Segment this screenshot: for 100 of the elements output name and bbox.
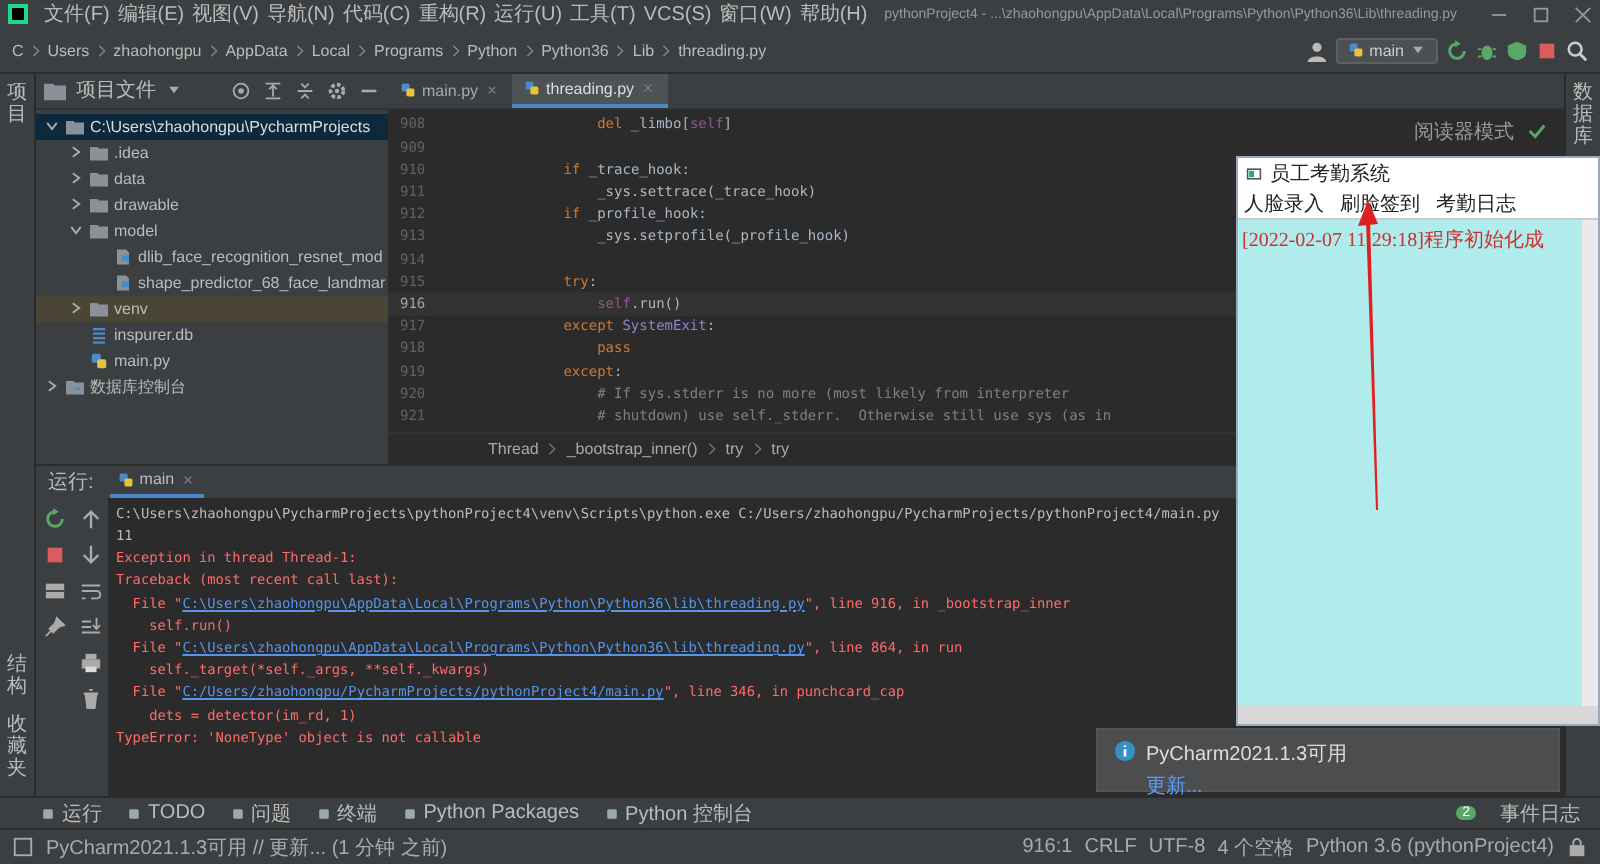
menu-item[interactable]: 代码(C) (342, 0, 411, 29)
close-icon[interactable] (1574, 5, 1592, 24)
status-item[interactable]: CRLF (1084, 836, 1137, 859)
expand-all-icon[interactable] (262, 79, 284, 102)
chevron-icon[interactable] (68, 222, 84, 239)
breadcrumb-item[interactable]: zhaohongpu (113, 41, 202, 60)
event-log-tab[interactable]: 事件日志 (1500, 799, 1580, 828)
breadcrumb-item[interactable]: _bootstrap_inner() (566, 439, 698, 458)
menu-item[interactable]: 重构(R) (418, 0, 487, 29)
menu-item[interactable]: VCS(S) (643, 3, 712, 26)
tree-item[interactable]: C:\Users\zhaohongpu\PycharmProjects (36, 113, 388, 140)
chevron-icon[interactable] (68, 196, 84, 213)
scrollbar[interactable] (1582, 220, 1598, 706)
breadcrumb-item[interactable]: Python (467, 41, 518, 60)
layout-icon[interactable] (43, 579, 65, 602)
tree-item[interactable]: venv (36, 295, 388, 322)
chevron-icon[interactable] (44, 378, 60, 395)
file-icon (114, 247, 132, 266)
breadcrumb-item[interactable]: Local (311, 41, 350, 60)
tool-window-tab[interactable]: Python Packages (401, 802, 580, 825)
tool-window-tab[interactable]: 运行 (40, 799, 102, 828)
tool-window-tab[interactable]: TODO (126, 802, 206, 825)
maximize-icon[interactable] (1532, 5, 1550, 24)
settings-icon[interactable] (326, 79, 348, 102)
menu-item[interactable]: 考勤日志 (1436, 189, 1516, 217)
tree-item[interactable]: main.py (36, 347, 388, 374)
menu-item[interactable]: 导航(N) (266, 0, 335, 29)
status-item[interactable]: 916:1 (1022, 836, 1073, 859)
close-icon[interactable] (180, 471, 197, 488)
pin-icon[interactable] (43, 615, 65, 638)
status-item[interactable]: Python 3.6 (pythonProject4) (1306, 836, 1554, 859)
menu-item[interactable]: 运行(U) (494, 0, 563, 29)
menu-item[interactable]: 编辑(E) (117, 0, 185, 29)
side-tool-tab[interactable]: 结构 (7, 654, 27, 699)
breadcrumb-item[interactable]: Python36 (541, 41, 609, 60)
tree-item[interactable]: 数据库控制台 (36, 373, 388, 400)
chevron-icon[interactable] (68, 170, 84, 187)
tool-window-tab[interactable]: 终端 (315, 799, 378, 828)
user-icon[interactable] (1305, 39, 1328, 62)
close-icon[interactable] (484, 82, 501, 99)
status-item[interactable]: UTF-8 (1148, 836, 1206, 859)
database-tool-tab[interactable]: 数据库 (1573, 81, 1593, 148)
collapse-all-icon[interactable] (294, 79, 316, 102)
status-message[interactable]: PyCharm2021.1.3可用 // 更新... (1 分钟 之前) (46, 833, 448, 862)
menu-item[interactable]: 文件(F) (44, 0, 110, 29)
project-tool-tab[interactable]: 项目 (7, 81, 27, 126)
target-icon[interactable] (230, 79, 252, 102)
rerun-icon[interactable] (1446, 39, 1468, 62)
breadcrumb-item[interactable]: Users (47, 41, 90, 60)
breadcrumb-item[interactable]: Thread (488, 439, 539, 458)
breadcrumb-item[interactable]: try (771, 439, 790, 458)
menu-item[interactable]: 视图(V) (192, 0, 259, 29)
chevron-icon[interactable] (68, 300, 84, 317)
scrollbar[interactable] (1238, 706, 1598, 724)
breadcrumb-item[interactable]: AppData (225, 41, 288, 60)
lock-icon[interactable] (1566, 836, 1588, 859)
caret-icon[interactable] (166, 82, 182, 99)
chevron-icon[interactable] (68, 144, 84, 161)
editor-tab[interactable]: threading.py (512, 73, 669, 108)
tool-window-tab[interactable]: 问题 (229, 799, 292, 828)
down-arrow-icon[interactable] (79, 543, 101, 566)
rerun-icon[interactable] (43, 507, 65, 530)
menu-item[interactable]: 工具(T) (570, 0, 636, 29)
app-window-title: 员工考勤系统 (1270, 161, 1390, 187)
tree-item[interactable]: dlib_face_recognition_resnet_mod (36, 243, 388, 270)
menu-item[interactable]: 帮助(H) (799, 0, 868, 29)
chevron-icon[interactable] (44, 118, 60, 135)
breadcrumb-item[interactable]: Programs (373, 41, 444, 60)
menu-item[interactable]: 人脸录入 (1244, 189, 1324, 217)
update-link[interactable]: 更新... (1146, 772, 1348, 800)
run-config-dropdown[interactable]: main (1335, 37, 1438, 64)
tool-window-tab[interactable]: Python 控制台 (603, 799, 753, 828)
breadcrumb-item[interactable]: threading.py (678, 41, 767, 60)
tree-item[interactable]: shape_predictor_68_face_landmar (36, 269, 388, 296)
tree-item[interactable]: drawable (36, 191, 388, 218)
print-icon[interactable] (79, 651, 101, 674)
panel-toggle-icon[interactable] (12, 836, 34, 859)
shield-icon[interactable] (1506, 39, 1528, 62)
side-tool-tab[interactable]: 收藏夹 (7, 714, 27, 781)
reader-mode-toggle[interactable]: 阅读器模式 (1414, 117, 1514, 146)
breadcrumb-item[interactable]: Lib (632, 41, 655, 60)
wrap-icon[interactable] (79, 579, 101, 602)
status-item[interactable]: 4 个空格 (1217, 833, 1295, 862)
trash-icon[interactable] (79, 687, 101, 710)
menu-item[interactable]: 窗口(W) (719, 0, 792, 29)
search-icon[interactable] (1566, 39, 1588, 62)
tree-item[interactable]: .idea (36, 139, 388, 166)
stop-icon[interactable] (43, 543, 65, 566)
up-arrow-icon[interactable] (79, 507, 101, 530)
file-icon (114, 273, 132, 292)
project-view-dropdown[interactable]: 项目文件 (76, 76, 156, 105)
tree-item[interactable]: model (36, 217, 388, 244)
stop-icon[interactable] (1536, 39, 1558, 62)
breadcrumb-item[interactable]: C (12, 41, 24, 60)
scroll-end-icon[interactable] (79, 615, 101, 638)
tree-item[interactable]: data (36, 165, 388, 192)
chevron-icon (548, 441, 557, 456)
breadcrumb-item[interactable]: try (725, 439, 744, 458)
tree-item[interactable]: inspurer.db (36, 321, 388, 348)
editor-tab[interactable]: main.py (388, 73, 513, 108)
